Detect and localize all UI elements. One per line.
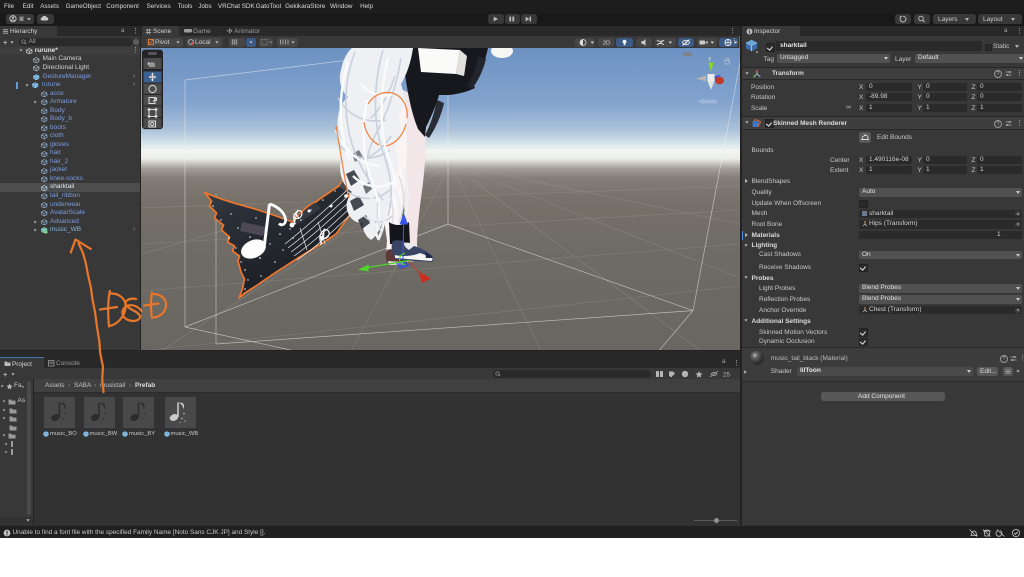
svg-text:25: 25: [723, 372, 730, 378]
svg-text:2D: 2D: [603, 40, 610, 46]
